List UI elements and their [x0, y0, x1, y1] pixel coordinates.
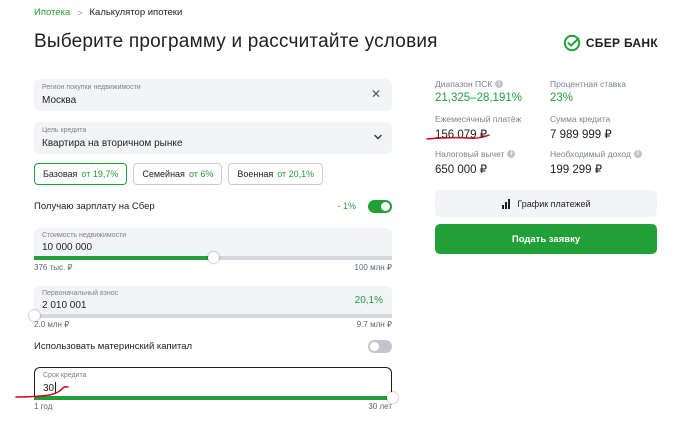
program-name: Семейная [142, 169, 185, 179]
monthly-payment-label: Ежемесячный платёж [435, 114, 522, 124]
toggle-knob [381, 201, 390, 211]
program-rate: от 20,1% [277, 169, 315, 179]
psk-value: 21,325–28,191% [435, 92, 522, 104]
down-payment-slider[interactable] [29, 310, 392, 321]
loan-amount-metric: Сумма кредита 7 989 999 ₽ [550, 114, 612, 141]
info-icon[interactable]: i [507, 150, 516, 158]
loan-amount-value: 7 989 999 ₽ [550, 129, 612, 141]
maternity-row: Использовать материнский капитал [34, 338, 392, 354]
range-max: 100 млн ₽ [354, 263, 392, 272]
toggle-knob [370, 341, 379, 351]
rate-metric: Процентная ставка 23% [550, 79, 626, 104]
down-payment-percent: 20,1% [354, 295, 383, 306]
salary-label: Получаю зарплату на Сбер [34, 200, 155, 212]
required-income-value: 199 299 ₽ [550, 164, 603, 176]
down-payment-label: Первоначальный взнос [42, 290, 119, 297]
down-payment-field[interactable]: Первоначальный взнос 2 010 001 20,1% [34, 286, 392, 314]
tax-deduction-label: Налоговый вычет [435, 149, 505, 159]
maternity-toggle[interactable] [368, 339, 392, 353]
tax-deduction-value: 650 000 ₽ [435, 164, 488, 176]
property-cost-slider[interactable] [34, 252, 392, 263]
program-tab-military[interactable]: Военная от 20,1% [228, 163, 324, 185]
term-label: Срок кредита [43, 372, 87, 379]
purpose-value: Квартира на вторичном рынке [42, 138, 183, 149]
program-tabs: Базовая от 19,7% Семейная от 6% Военная … [34, 163, 324, 185]
page-title: Выберите программу и рассчитайте условия [34, 31, 438, 52]
info-icon[interactable]: i [633, 150, 642, 158]
slider-fill [34, 396, 392, 400]
purpose-label: Цель кредита [42, 127, 87, 134]
salary-toggle[interactable] [368, 199, 392, 213]
breadcrumb: Ипотека > Калькулятор ипотеки [34, 7, 182, 18]
range-min: 1 год [34, 402, 53, 411]
required-income-metric: Необходимый доход i 199 299 ₽ [550, 149, 642, 176]
term-slider[interactable] [34, 392, 398, 403]
program-rate: от 19,7% [81, 169, 119, 179]
breadcrumb-current: Калькулятор ипотеки [89, 7, 183, 18]
property-cost-label: Стоимость недвижимости [42, 232, 127, 239]
close-icon[interactable]: ✕ [371, 88, 383, 100]
program-name: Базовая [43, 169, 78, 179]
info-icon[interactable]: i [495, 80, 504, 88]
required-income-label: Необходимый доход [550, 149, 631, 159]
chevron-right-icon: > [77, 7, 83, 18]
rate-label: Процентная ставка [550, 79, 626, 89]
sber-logo[interactable]: СБЕР БАНК [563, 34, 658, 52]
maternity-label: Использовать материнский капитал [34, 340, 193, 352]
term-value[interactable]: 30 [43, 383, 54, 394]
salary-row: Получаю зарплату на Сбер - 1% [34, 198, 392, 214]
salary-discount: - 1% [337, 201, 356, 211]
text-caret [55, 382, 56, 394]
chevron-down-icon[interactable] [373, 132, 383, 142]
tax-deduction-metric: Налоговый вычет i 650 000 ₽ [435, 149, 516, 176]
term-field[interactable]: Срок кредита 30 [34, 367, 392, 397]
apply-button[interactable]: Подать заявку [435, 224, 657, 254]
monthly-payment-metric: Ежемесячный платёж 156 079 ₽ [435, 114, 521, 141]
slider-fill [34, 256, 213, 260]
range-max: 9.7 млн ₽ [356, 320, 392, 329]
property-cost-value[interactable]: 10 000 000 [42, 242, 92, 253]
program-tab-family[interactable]: Семейная от 6% [133, 163, 223, 185]
purpose-select[interactable]: Цель кредита Квартира на вторичном рынке [34, 122, 392, 154]
bar-chart-icon [502, 198, 511, 209]
program-name: Военная [237, 169, 274, 179]
region-field[interactable]: Регион покупки недвижимости Москва ✕ [34, 79, 392, 111]
slider-handle[interactable] [208, 252, 219, 263]
breadcrumb-link-mortgage[interactable]: Ипотека [34, 7, 70, 18]
psk-label: Диапазон ПСК [435, 79, 493, 89]
down-payment-value[interactable]: 2 010 001 [42, 300, 87, 311]
loan-amount-label: Сумма кредита [550, 114, 611, 124]
region-label: Регион покупки недвижимости [42, 84, 141, 91]
program-rate: от 6% [188, 169, 214, 179]
psk-metric: Диапазон ПСК i 21,325–28,191% [435, 79, 522, 104]
payment-schedule-label: График платежей [517, 198, 591, 209]
range-max: 30 лет [368, 402, 392, 411]
range-min: 2.0 млн ₽ [34, 320, 70, 329]
region-value[interactable]: Москва [42, 95, 76, 106]
payment-schedule-button[interactable]: График платежей [435, 190, 657, 217]
sber-logo-text: СБЕР БАНК [585, 36, 658, 50]
rate-value: 23% [550, 92, 574, 104]
range-min: 376 тыс. ₽ [34, 263, 73, 272]
sber-logo-icon [563, 34, 581, 52]
program-tab-basic[interactable]: Базовая от 19,7% [34, 163, 128, 185]
monthly-payment-value: 156 079 ₽ [435, 129, 488, 141]
